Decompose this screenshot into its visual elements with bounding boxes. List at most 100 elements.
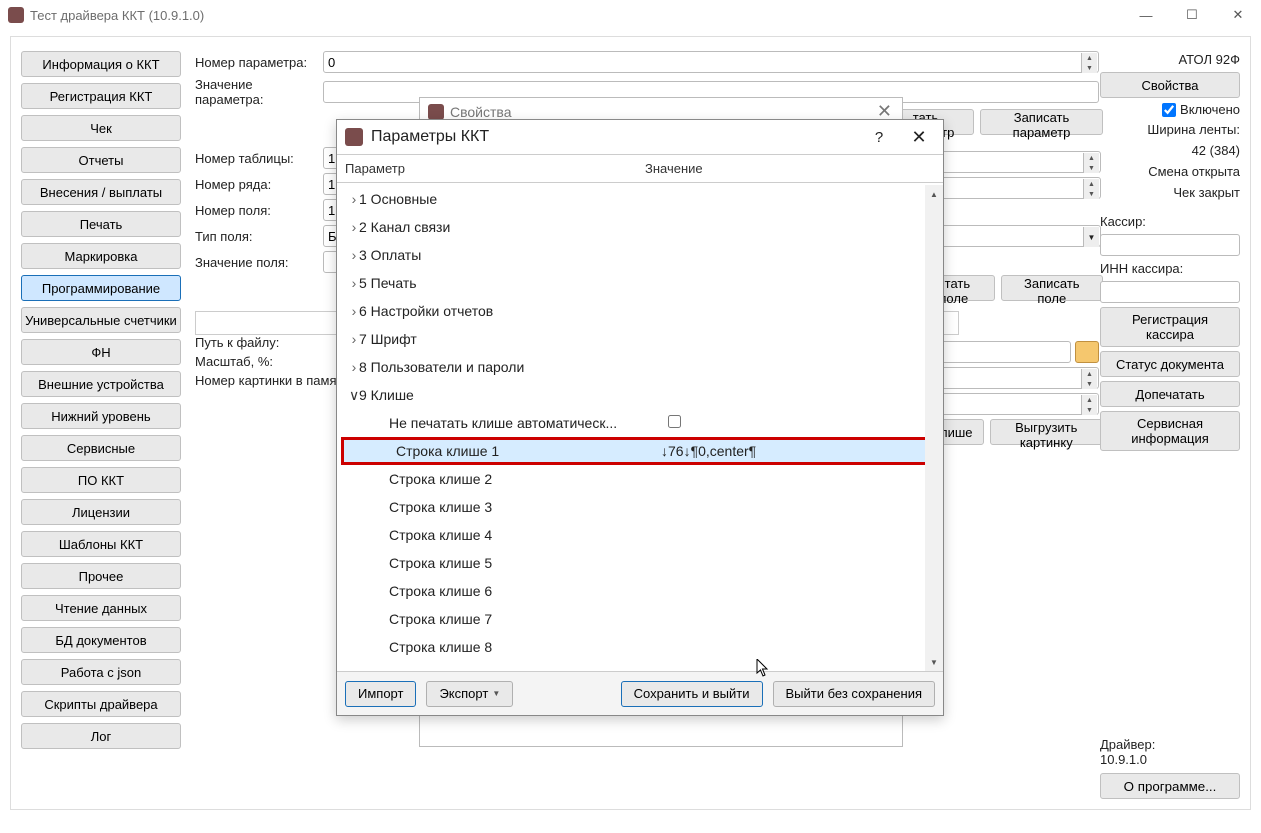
sidebar-item-18[interactable]: БД документов	[21, 627, 181, 653]
tree-group[interactable]: ›2 Канал связи	[337, 213, 943, 241]
right-panel: АТОЛ 92Ф Свойства Включено Ширина ленты:…	[1100, 51, 1240, 451]
write-field-button[interactable]: Записать поле	[1001, 275, 1103, 301]
input-cashier[interactable]	[1100, 234, 1240, 256]
sidebar-item-12[interactable]: Сервисные	[21, 435, 181, 461]
window-titlebar: Тест драйвера ККТ (10.9.1.0) — ☐ ✕	[0, 0, 1261, 30]
sidebar-item-7[interactable]: Программирование	[21, 275, 181, 301]
input-file-path[interactable]	[935, 341, 1071, 363]
scroll-up-icon[interactable]: ▲	[925, 185, 943, 203]
sidebar-item-8[interactable]: Универсальные счетчики	[21, 307, 181, 333]
doc-status-button[interactable]: Статус документа	[1100, 351, 1240, 377]
input-aux-2[interactable]: ▲▼	[935, 177, 1101, 199]
sidebar-item-9[interactable]: ФН	[21, 339, 181, 365]
device-name: АТОЛ 92Ф	[1100, 52, 1240, 67]
column-value: Значение	[637, 155, 711, 182]
enabled-checkbox[interactable]: Включено	[1100, 102, 1240, 117]
label-field-type: Тип поля:	[195, 229, 319, 244]
tree-row[interactable]: Не печатать клише автоматическ...	[337, 409, 943, 437]
sidebar-item-15[interactable]: Шаблоны ККТ	[21, 531, 181, 557]
params-kkt-dialog: Параметры ККТ ? ✕ Параметр Значение ›1 О…	[336, 119, 944, 716]
window-title: Тест драйвера ККТ (10.9.1.0)	[30, 8, 204, 23]
tree-row[interactable]: Строка клише 8	[337, 633, 943, 661]
minimize-button[interactable]: —	[1123, 0, 1169, 30]
sidebar-item-17[interactable]: Чтение данных	[21, 595, 181, 621]
column-parameter: Параметр	[337, 155, 637, 182]
scrollbar[interactable]: ▲ ▼	[925, 185, 943, 671]
sidebar-item-14[interactable]: Лицензии	[21, 499, 181, 525]
chevron-right-icon: ›	[337, 359, 359, 375]
sidebar-item-3[interactable]: Отчеты	[21, 147, 181, 173]
tree-group[interactable]: ∨9 Клише	[337, 381, 943, 409]
chevron-right-icon: ›	[337, 275, 359, 291]
sidebar-item-4[interactable]: Внесения / выплаты	[21, 179, 181, 205]
properties-button[interactable]: Свойства	[1100, 72, 1240, 98]
chevron-right-icon: ›	[337, 219, 359, 235]
tree-group[interactable]: ›8 Пользователи и пароли	[337, 353, 943, 381]
maximize-button[interactable]: ☐	[1169, 0, 1215, 30]
tree-group[interactable]: ›1 Основные	[337, 185, 943, 213]
mouse-cursor	[756, 659, 770, 677]
browse-folder-icon[interactable]	[1075, 341, 1099, 363]
combo-aux[interactable]: ▼	[935, 225, 1101, 247]
tree-row[interactable]: Строка клише 7	[337, 605, 943, 633]
tape-width-value: 42 (384)	[1100, 143, 1240, 158]
sidebar-item-1[interactable]: Регистрация ККТ	[21, 83, 181, 109]
save-and-exit-button[interactable]: Сохранить и выйти	[621, 681, 763, 707]
input-pic-num[interactable]: ▲▼	[935, 393, 1099, 415]
sidebar-item-10[interactable]: Внешние устройства	[21, 371, 181, 397]
register-cashier-button[interactable]: Регистрация кассира	[1100, 307, 1240, 347]
sidebar-item-0[interactable]: Информация о ККТ	[21, 51, 181, 77]
reprint-button[interactable]: Допечатать	[1100, 381, 1240, 407]
sidebar-nav: Информация о ККТ Регистрация ККТ Чек Отчеты…	[21, 51, 181, 749]
tree-row[interactable]: Строка клише 6	[337, 577, 943, 605]
sidebar-item-20[interactable]: Скрипты драйвера	[21, 691, 181, 717]
label-file-path: Путь к файлу:	[195, 335, 319, 350]
sidebar-item-2[interactable]: Чек	[21, 115, 181, 141]
service-info-button[interactable]: Сервисная информация	[1100, 411, 1240, 451]
driver-version: 10.9.1.0	[1100, 752, 1240, 767]
tree-row[interactable]: Строка клише 5	[337, 549, 943, 577]
tree-group[interactable]: ›5 Печать	[337, 269, 943, 297]
label-table-num: Номер таблицы:	[195, 151, 319, 166]
export-button[interactable]: Экспорт	[426, 681, 513, 707]
tree-row[interactable]: Строка клише 2	[337, 465, 943, 493]
sidebar-item-11[interactable]: Нижний уровень	[21, 403, 181, 429]
app-icon	[428, 104, 444, 120]
upload-pic-button[interactable]: Выгрузить картинку	[990, 419, 1103, 445]
params-tree: Параметр Значение ›1 Основные›2 Канал св…	[337, 154, 943, 671]
tree-group[interactable]: ›7 Шрифт	[337, 325, 943, 353]
tree-row[interactable]: Строка клише 3	[337, 493, 943, 521]
about-button[interactable]: О программе...	[1100, 773, 1240, 799]
write-param-button[interactable]: Записать параметр	[980, 109, 1103, 135]
close-icon[interactable]: ✕	[899, 127, 939, 148]
shift-status: Смена открыта	[1100, 164, 1240, 179]
sidebar-item-21[interactable]: Лог	[21, 723, 181, 749]
scroll-down-icon[interactable]: ▼	[925, 653, 943, 671]
check-status: Чек закрыт	[1100, 185, 1240, 200]
input-param-num[interactable]: ▲▼	[323, 51, 1099, 73]
sidebar-item-5[interactable]: Печать	[21, 211, 181, 237]
tree-row-selected[interactable]: Строка клише 1↓76↓¶0,center¶	[341, 437, 939, 465]
chevron-right-icon: ›	[337, 331, 359, 347]
tree-row[interactable]: Строка клише 4	[337, 521, 943, 549]
label-scale: Масштаб, %:	[195, 354, 319, 369]
checkbox[interactable]	[668, 415, 681, 428]
input-aux-1[interactable]: ▲▼	[935, 151, 1101, 173]
tree-group[interactable]: ›6 Настройки отчетов	[337, 297, 943, 325]
import-button[interactable]: Импорт	[345, 681, 416, 707]
input-scale[interactable]: ▲▼	[935, 367, 1099, 389]
help-icon[interactable]: ?	[859, 129, 899, 146]
app-icon	[8, 7, 24, 23]
app-icon	[345, 128, 363, 146]
tree-group[interactable]: ›3 Оплаты	[337, 241, 943, 269]
sidebar-item-13[interactable]: ПО ККТ	[21, 467, 181, 493]
exit-no-save-button[interactable]: Выйти без сохранения	[773, 681, 936, 707]
sidebar-item-19[interactable]: Работа с json	[21, 659, 181, 685]
driver-label: Драйвер:	[1100, 737, 1240, 752]
chevron-right-icon: ›	[337, 247, 359, 263]
close-button[interactable]: ✕	[1215, 0, 1261, 30]
sidebar-item-16[interactable]: Прочее	[21, 563, 181, 589]
input-inn[interactable]	[1100, 281, 1240, 303]
inn-label: ИНН кассира:	[1100, 261, 1240, 276]
sidebar-item-6[interactable]: Маркировка	[21, 243, 181, 269]
